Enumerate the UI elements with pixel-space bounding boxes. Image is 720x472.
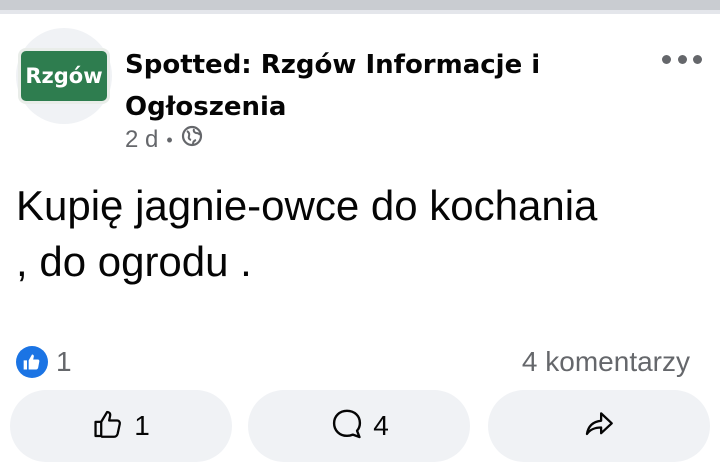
page-name-link[interactable]: Spotted: Rzgów Informacje i Ogłoszenia [125,44,585,128]
likes-count: 1 [56,346,72,377]
like-button[interactable]: 1 [10,390,232,462]
share-arrow-icon [582,407,616,446]
more-options-icon[interactable] [662,48,702,70]
reactions-summary[interactable]: 1 [16,346,72,378]
like-reaction-icon [16,346,48,378]
avatar-logo: Rzgów [18,48,110,104]
avatar-text: Rzgów [25,64,103,88]
comment-button-count: 4 [373,410,389,441]
top-divider [0,0,720,14]
post-text: Kupię jagnie-owce do kochania , do ogrod… [16,178,706,290]
meta-separator: • [166,130,173,150]
comment-button[interactable]: 4 [248,390,470,462]
comment-bubble-icon [329,406,365,447]
post-time[interactable]: 2 d [125,125,158,155]
post-meta: 2 d • [125,125,203,155]
post-text-line-2: , do ogrodu . [16,238,252,285]
thumbs-up-icon [92,407,126,446]
post-text-line-1: Kupię jagnie-owce do kochania [16,182,598,229]
share-button[interactable] [488,390,710,462]
comments-count-link[interactable]: 4 komentarzy [522,346,690,378]
avatar[interactable]: Rzgów [16,28,112,124]
globe-icon [181,125,203,155]
like-button-count: 1 [134,410,150,441]
